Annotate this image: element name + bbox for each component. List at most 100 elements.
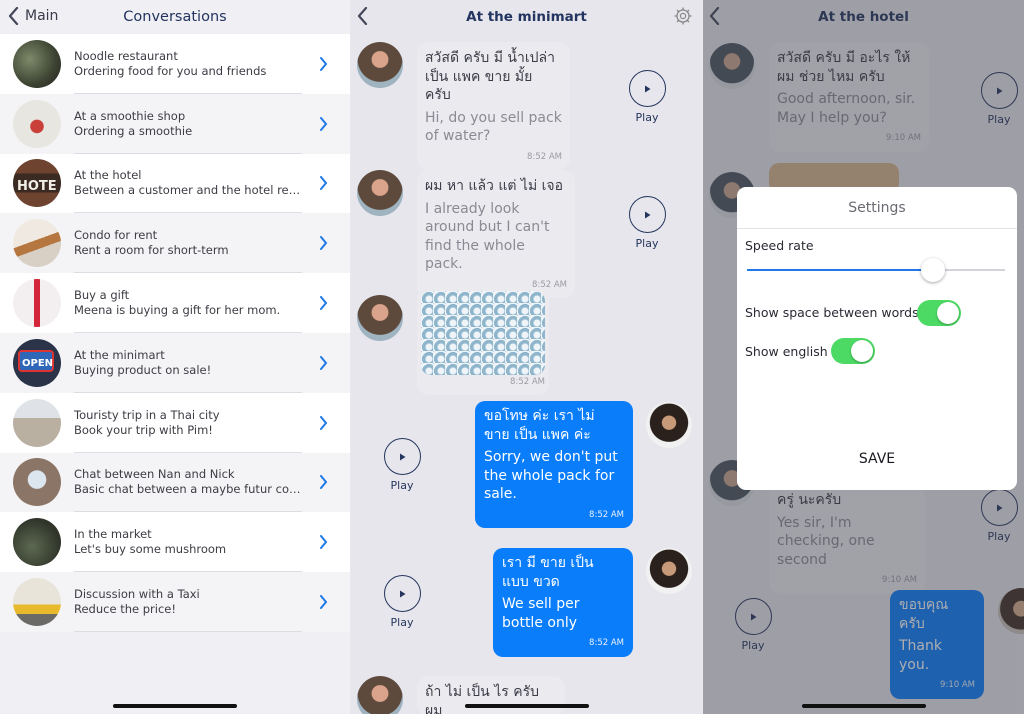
conversation-item-chat[interactable]: Chat between Nan and Nick Basic chat betw… [0,452,350,513]
back-button[interactable] [357,7,374,25]
avatar [13,39,61,88]
conversation-title: Discussion with a Taxi [74,587,200,602]
message-english-text: Sorry, we don't put the whole pack for s… [484,449,618,502]
save-button[interactable]: SAVE [737,451,1017,467]
conversation-item-market[interactable]: In the market Let's buy some mushroom [0,512,350,573]
conversation-title: Buy a gift [74,288,130,303]
play-label: Play [390,479,414,492]
chevron-right-icon [320,236,328,251]
svg-text:OPEN: OPEN [22,358,53,369]
message-english-text: Hi, do you sell pack of water? [425,109,562,145]
conversation-title: In the market [74,527,152,542]
conversation-subtitle: Book your trip with Pim! [74,422,213,437]
chevron-right-icon [320,475,328,490]
conversation-item-gift[interactable]: Buy a gift Meena is buying a gift for her… [0,273,350,333]
show-english-toggle[interactable] [831,338,875,364]
chevron-right-icon [320,595,328,610]
conversation-subtitle: Rent a room for short-term [74,243,229,258]
avatar [13,279,61,328]
home-indicator [464,704,589,708]
open-sign-icon: OPEN [18,349,54,372]
avatar [646,548,692,594]
back-button[interactable]: Main [8,7,58,25]
conversation-subtitle: Buying product on sale! [74,362,212,377]
toggle-knob [851,340,873,362]
play-button[interactable]: Play [378,575,426,629]
avatar [646,402,692,448]
conversation-title: At a smoothie shop [74,108,186,123]
back-label: Main [25,8,59,24]
image-message[interactable]: 8:52 AM [417,287,549,395]
chevron-right-icon [320,355,328,370]
speed-rate-slider[interactable] [747,258,1005,282]
avatar [357,42,403,88]
conversation-subtitle: Ordering a smoothie [74,123,193,138]
avatar [13,398,61,447]
message-time: 8:52 AM [589,638,624,648]
speed-rate-label: Speed rate [745,238,814,253]
avatar: OPEN [13,338,61,387]
avatar [13,518,61,567]
conversation-title: Chat between Nan and Nick [74,467,235,482]
message-english-text: We sell per bottle only [502,596,580,631]
minimart-chat-screen: At the minimart สวัสดี ครับ มี น้ำเปล่า … [351,0,702,714]
svg-text:HOTE: HOTE [17,179,57,194]
chevron-right-icon [320,116,328,131]
message-thai-text: ขอโทษ ค่ะ เรา ไม่ ขาย เป็น แพค ค่ะ [484,408,595,443]
home-indicator [801,704,926,708]
incoming-message: ถ้า ไม่ เป็น ไร ครับ ผม [417,676,565,714]
show-space-label: Show space between words [745,305,919,320]
conversation-title: At the minimart [74,347,165,362]
outgoing-message: ขอโทษ ค่ะ เรา ไม่ ขาย เป็น แพค ค่ะ Sorry… [475,401,633,528]
page-title: Conversations [123,8,227,25]
chevron-right-icon [320,296,328,311]
conversation-item-smoothie[interactable]: At a smoothie shop Ordering a smoothie [0,93,350,154]
play-icon [645,85,651,92]
show-space-toggle[interactable] [917,300,961,326]
conversation-item-noodle[interactable]: Noodle restaurant Ordering food for you a… [0,34,350,94]
conversations-navbar: Main Conversations [0,0,350,33]
message-time: 8:52 AM [527,151,562,162]
show-english-label: Show english [745,344,828,359]
conversations-screen: Main Conversations Noodle restaurant Orde… [0,0,350,714]
message-time: 8:52 AM [589,509,624,520]
play-button[interactable]: Play [623,70,671,124]
home-indicator [113,704,237,708]
incoming-message: ผม หา แล้ว แต่ ไม่ เจอ I already look ar… [417,170,575,298]
conversation-subtitle: Let's buy some mushroom [74,542,227,557]
avatar [357,295,403,341]
conversation-item-condo[interactable]: Condo for rent Rent a room for short-term [0,213,350,274]
conversation-title: Touristy trip in a Thai city [74,407,220,422]
toggle-knob [937,302,959,324]
avatar [13,578,61,627]
play-label: Play [390,616,414,629]
play-button[interactable]: Play [378,438,426,492]
play-icon [645,211,651,218]
settings-dialog: Settings Speed rate Show space between w… [737,187,1017,490]
play-label: Play [635,111,659,124]
hotel-chat-screen: At the hotel สวัสดี ครับ มี อะไร ให้ ผม … [703,0,1024,714]
chevron-right-icon [320,176,328,191]
conversation-subtitle: Meena is buying a gift for her mom. [74,303,281,318]
message-english-text: I already look around but I can't find t… [425,200,550,273]
hotel-sign-icon: HOTE [17,179,57,194]
avatar [13,458,61,507]
avatar [13,99,61,148]
conversation-item-hotel[interactable]: HOTE At the hotel Between a customer and … [0,153,350,214]
conversation-item-minimart[interactable]: OPEN At the minimart Buying product on sa… [0,332,350,393]
conversation-title: Condo for rent [74,228,158,243]
chat-navbar: At the minimart [351,0,702,33]
chevron-right-icon [320,415,328,430]
play-button[interactable]: Play [623,196,671,250]
chevron-right-icon [320,56,328,71]
conversation-subtitle: Basic chat between a maybe futur coupl..… [74,482,304,497]
conversation-item-taxi[interactable]: Discussion with a Taxi Reduce the price! [0,572,350,632]
conversation-list: Noodle restaurant Ordering food for you a… [0,34,350,632]
slider-thumb[interactable] [920,258,945,282]
conversation-item-trip[interactable]: Touristy trip in a Thai city Book your tr… [0,392,350,453]
avatar [357,676,403,714]
conversation-subtitle: Ordering food for you and friends [74,63,267,78]
chevron-left-icon [8,7,19,25]
play-label: Play [635,237,659,250]
gear-icon[interactable] [673,6,693,26]
